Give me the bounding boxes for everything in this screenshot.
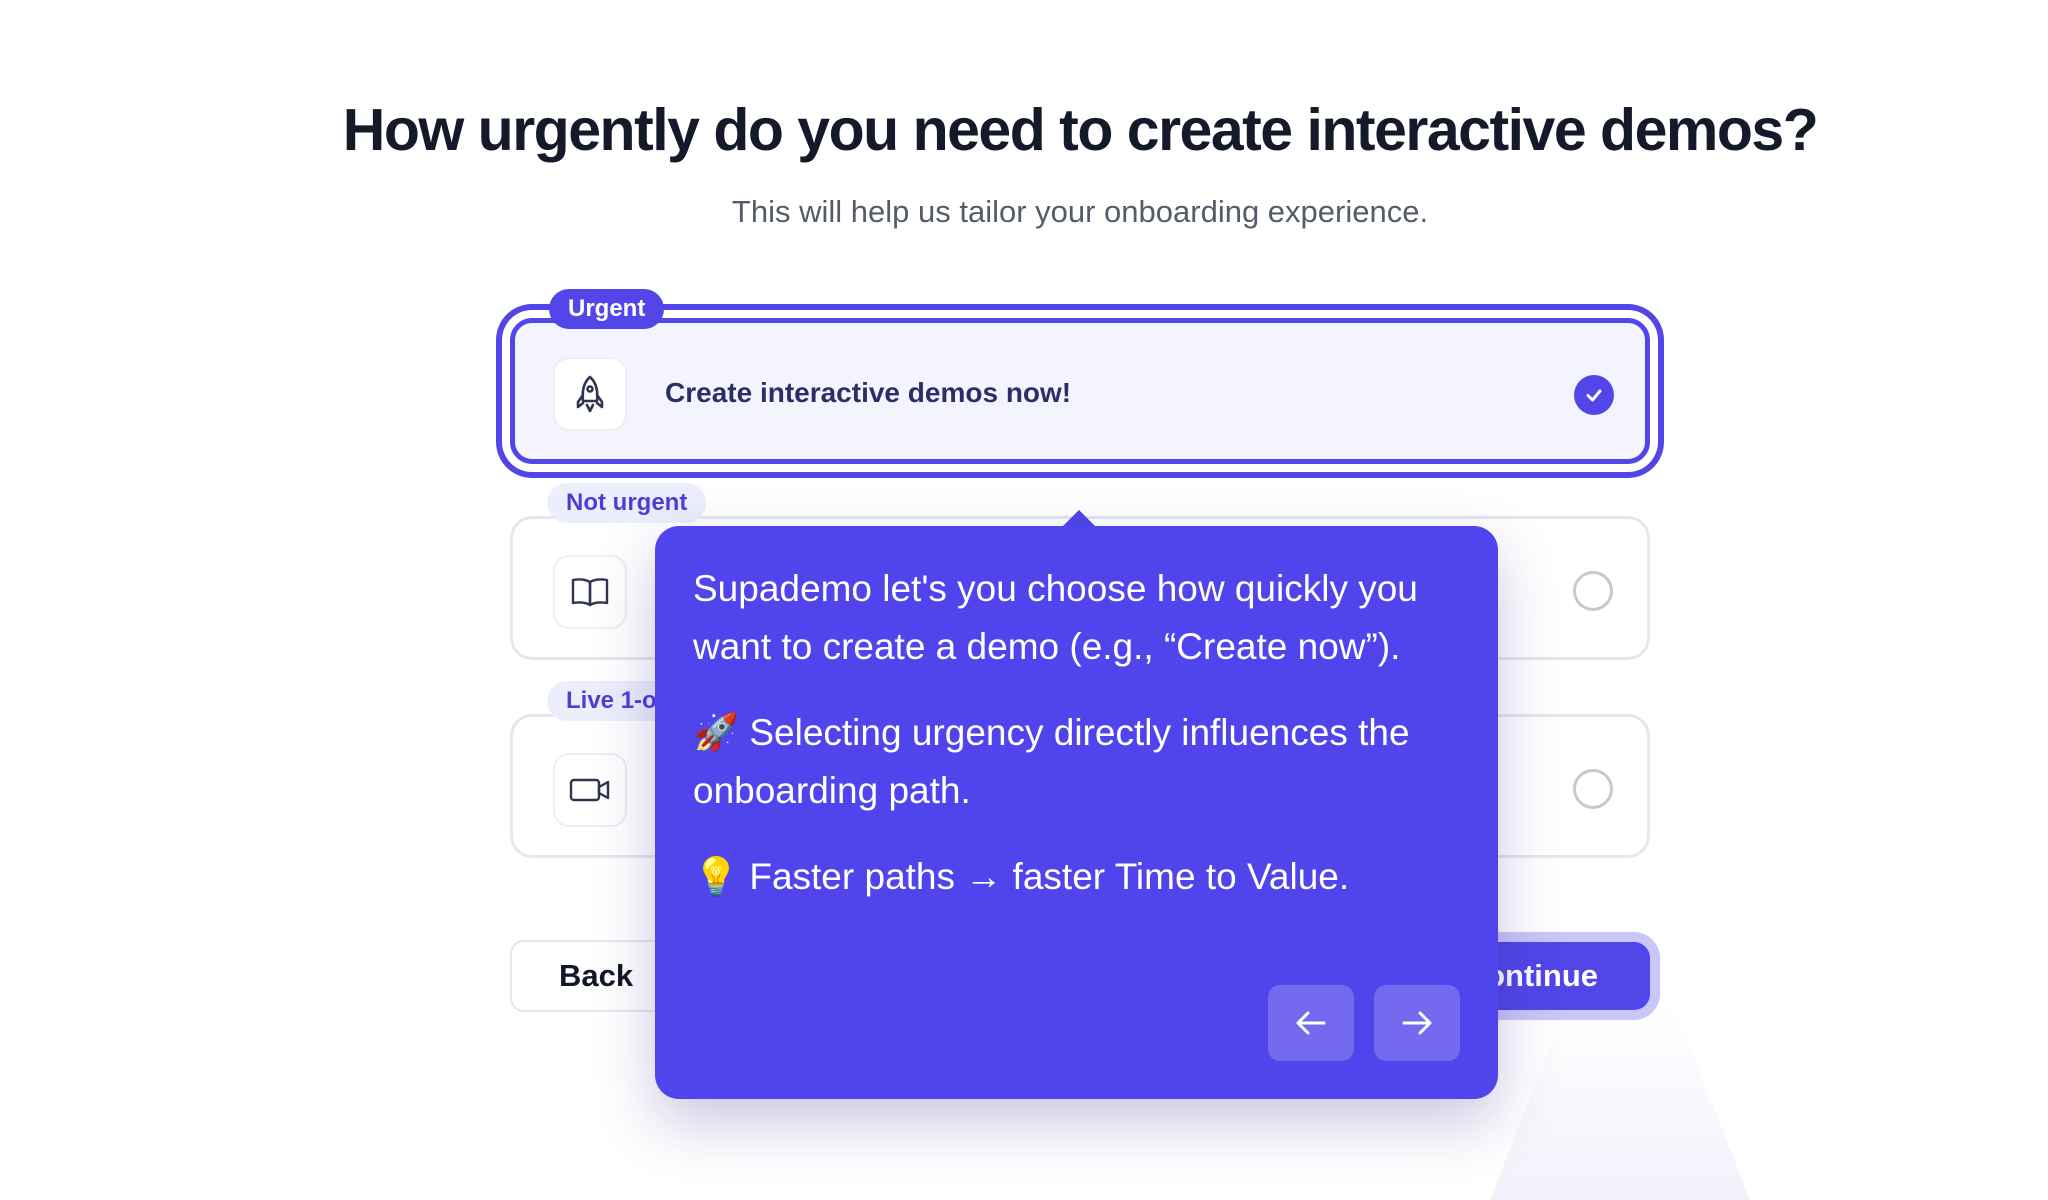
arrow-left-icon bbox=[1296, 1011, 1326, 1035]
page-title: How urgently do you need to create inter… bbox=[342, 97, 1819, 163]
tooltip-arrow bbox=[1062, 510, 1096, 527]
tooltip-prev-button[interactable] bbox=[1268, 985, 1354, 1061]
tooltip-paragraph-3: 💡 Faster paths → faster Time to Value. bbox=[693, 856, 1350, 897]
video-camera-icon bbox=[553, 753, 627, 827]
option-urgent[interactable]: Urgent Create interactive demos now! bbox=[510, 289, 1650, 464]
tooltip-next-button[interactable] bbox=[1374, 985, 1460, 1061]
page-subtitle: This will help us tailor your onboarding… bbox=[731, 194, 1429, 229]
book-open-icon bbox=[553, 555, 627, 629]
option-label-urgent: Create interactive demos now! bbox=[665, 377, 1072, 408]
option-tag-urgent: Urgent bbox=[549, 289, 665, 329]
tooltip-nav bbox=[1268, 985, 1460, 1061]
check-circle-icon bbox=[1574, 375, 1614, 415]
background-shape bbox=[1490, 1000, 1750, 1200]
rocket-icon bbox=[553, 357, 627, 431]
radio-live[interactable] bbox=[1573, 769, 1613, 809]
arrow-right-icon bbox=[1402, 1011, 1432, 1035]
tour-tooltip: Supademo let's you choose how quickly yo… bbox=[655, 526, 1498, 1099]
radio-not-urgent[interactable] bbox=[1573, 571, 1613, 611]
option-tag-not-urgent: Not urgent bbox=[547, 483, 707, 523]
tooltip-paragraph-2: 🚀 Selecting urgency directly influences … bbox=[693, 712, 1410, 811]
tooltip-paragraph-1: Supademo let's you choose how quickly yo… bbox=[693, 568, 1418, 667]
